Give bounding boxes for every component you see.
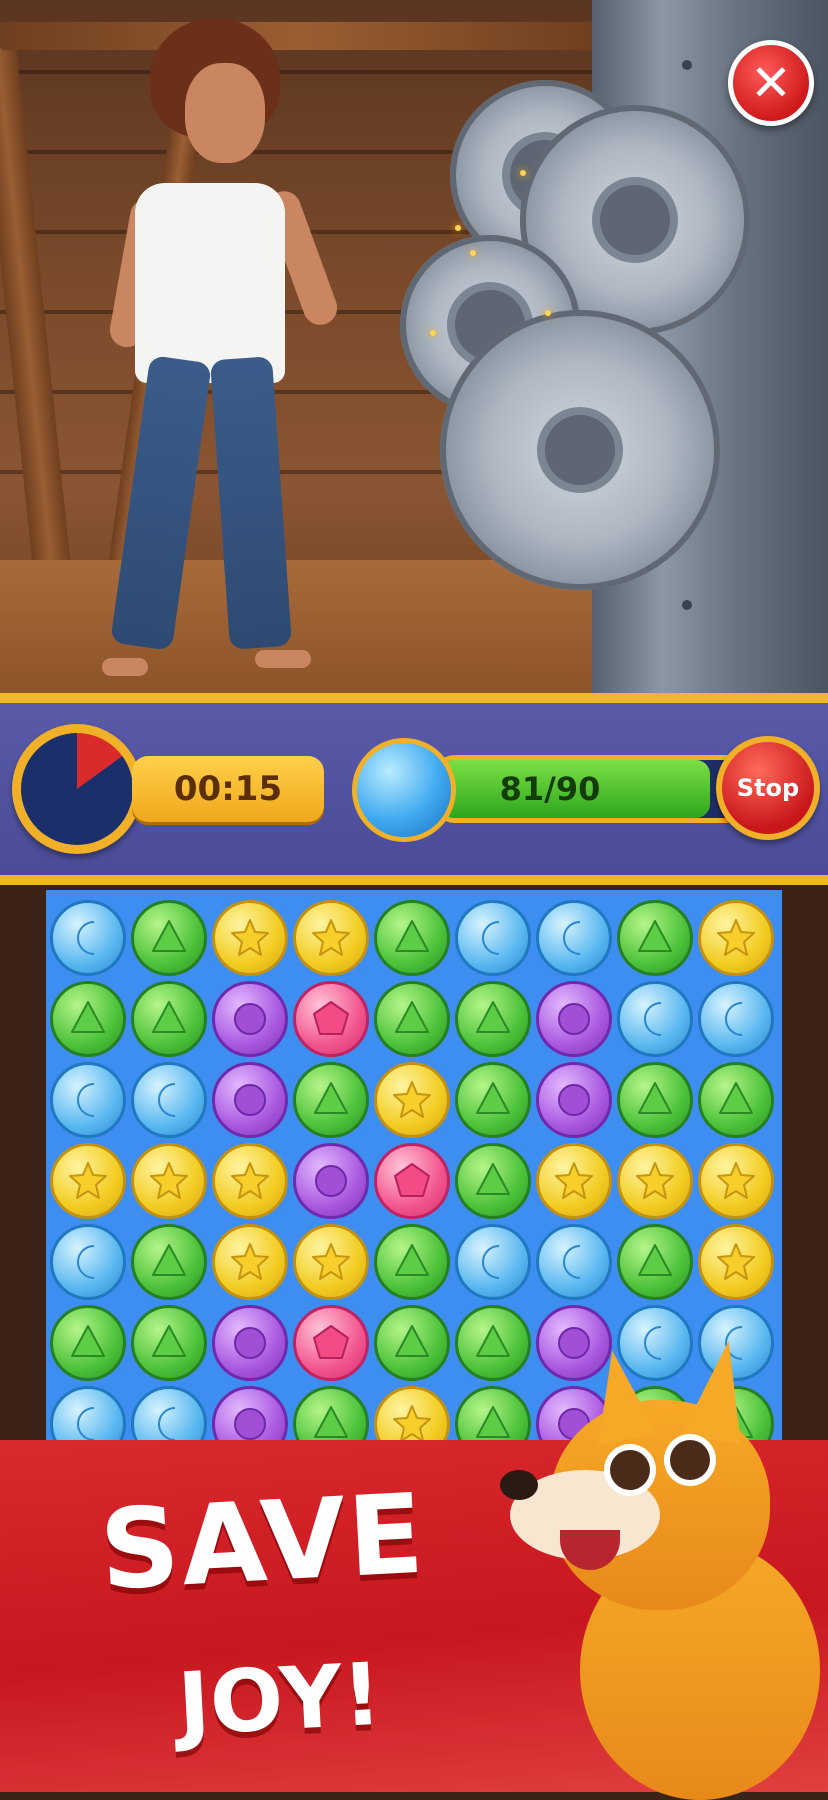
triangle-bubble-icon[interactable] bbox=[131, 981, 207, 1057]
timer-display: 00:15 bbox=[132, 756, 324, 822]
star-bubble-icon[interactable] bbox=[212, 900, 288, 976]
star-bubble-icon[interactable] bbox=[293, 1224, 369, 1300]
story-scene: ✕ bbox=[0, 0, 828, 693]
moon-bubble-icon[interactable] bbox=[50, 1224, 126, 1300]
star-bubble-icon[interactable] bbox=[50, 1143, 126, 1219]
moon-bubble-icon[interactable] bbox=[536, 900, 612, 976]
triangle-bubble-icon[interactable] bbox=[617, 1062, 693, 1138]
pentagon-bubble-icon[interactable] bbox=[293, 1305, 369, 1381]
star-bubble-icon[interactable] bbox=[212, 1224, 288, 1300]
triangle-bubble-icon[interactable] bbox=[455, 1143, 531, 1219]
pentagon-bubble-icon[interactable] bbox=[293, 981, 369, 1057]
moon-bubble-icon[interactable] bbox=[50, 1062, 126, 1138]
circle-bubble-icon[interactable] bbox=[212, 981, 288, 1057]
moon-bubble-icon[interactable] bbox=[698, 981, 774, 1057]
stop-label: Stop bbox=[736, 774, 800, 802]
star-bubble-icon[interactable] bbox=[293, 900, 369, 976]
circle-bubble-icon[interactable] bbox=[293, 1143, 369, 1219]
stop-button[interactable]: Stop bbox=[716, 736, 820, 840]
triangle-bubble-icon[interactable] bbox=[131, 1224, 207, 1300]
dog-character bbox=[500, 1335, 828, 1800]
triangle-bubble-icon[interactable] bbox=[374, 1224, 450, 1300]
triangle-bubble-icon[interactable] bbox=[374, 900, 450, 976]
woman-character bbox=[102, 18, 370, 688]
triangle-bubble-icon[interactable] bbox=[50, 981, 126, 1057]
moon-bubble-icon bbox=[352, 738, 456, 842]
moon-bubble-icon[interactable] bbox=[50, 900, 126, 976]
triangle-bubble-icon[interactable] bbox=[617, 1224, 693, 1300]
banner-subline: JOY! bbox=[175, 1644, 385, 1756]
triangle-bubble-icon[interactable] bbox=[131, 1305, 207, 1381]
circle-bubble-icon[interactable] bbox=[212, 1305, 288, 1381]
moon-bubble-icon[interactable] bbox=[455, 900, 531, 976]
triangle-bubble-icon[interactable] bbox=[131, 900, 207, 976]
triangle-bubble-icon[interactable] bbox=[293, 1062, 369, 1138]
star-bubble-icon[interactable] bbox=[212, 1143, 288, 1219]
triangle-bubble-icon[interactable] bbox=[617, 900, 693, 976]
close-button[interactable]: ✕ bbox=[728, 40, 814, 126]
triangle-bubble-icon[interactable] bbox=[455, 981, 531, 1057]
clock-icon bbox=[12, 724, 142, 854]
circle-bubble-icon[interactable] bbox=[212, 1062, 288, 1138]
star-bubble-icon[interactable] bbox=[131, 1143, 207, 1219]
triangle-bubble-icon[interactable] bbox=[374, 981, 450, 1057]
pentagon-bubble-icon[interactable] bbox=[374, 1143, 450, 1219]
close-icon: ✕ bbox=[750, 54, 792, 112]
triangle-bubble-icon[interactable] bbox=[455, 1062, 531, 1138]
moon-bubble-icon[interactable] bbox=[536, 1224, 612, 1300]
triangle-bubble-icon[interactable] bbox=[698, 1062, 774, 1138]
saw-blade-icon bbox=[440, 310, 720, 590]
star-bubble-icon[interactable] bbox=[698, 900, 774, 976]
goal-progress-text: 81/90 bbox=[499, 770, 601, 808]
star-bubble-icon[interactable] bbox=[536, 1143, 612, 1219]
triangle-bubble-icon[interactable] bbox=[374, 1305, 450, 1381]
circle-bubble-icon[interactable] bbox=[536, 981, 612, 1057]
moon-bubble-icon[interactable] bbox=[617, 981, 693, 1057]
banner-headline: SAVE bbox=[96, 1469, 429, 1615]
star-bubble-icon[interactable] bbox=[698, 1224, 774, 1300]
moon-bubble-icon[interactable] bbox=[455, 1224, 531, 1300]
timer-value: 00:15 bbox=[173, 769, 283, 809]
star-bubble-icon[interactable] bbox=[374, 1062, 450, 1138]
star-bubble-icon[interactable] bbox=[617, 1143, 693, 1219]
triangle-bubble-icon[interactable] bbox=[50, 1305, 126, 1381]
star-bubble-icon[interactable] bbox=[698, 1143, 774, 1219]
moon-bubble-icon[interactable] bbox=[131, 1062, 207, 1138]
circle-bubble-icon[interactable] bbox=[536, 1062, 612, 1138]
